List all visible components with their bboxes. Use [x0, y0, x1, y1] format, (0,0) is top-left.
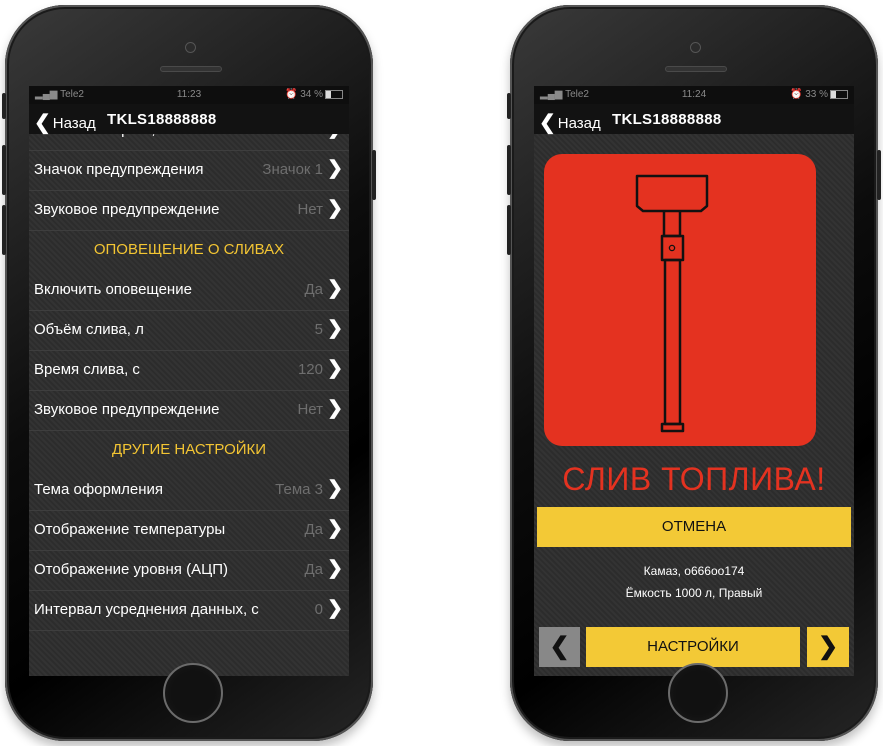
settings-list: Значение порога, %10❯Значок предупрежден… — [29, 134, 349, 676]
phone-alarm: ▂▄▆ Tele2 11:24 ⏰ 33 % ❮ Назад TKLS188888… — [507, 5, 881, 741]
chevron-left-icon: ❮ — [34, 112, 51, 134]
back-button[interactable]: ❮ Назад — [34, 109, 96, 134]
chevron-right-icon: ❯ — [327, 198, 343, 219]
settings-row[interactable]: Отображение уровня (АЦП) Да ❯ — [29, 550, 349, 591]
settings-row[interactable]: Звуковое предупреждение Нет ❯ — [29, 390, 349, 431]
alarm-icon: ⏰ — [284, 89, 298, 100]
battery-status: ⏰ 33 % — [790, 89, 848, 100]
battery-icon — [325, 89, 343, 99]
row-label: Тема оформления — [34, 481, 164, 498]
alarm-icon: ⏰ — [789, 89, 803, 100]
chevron-right-icon: ❯ — [817, 633, 839, 660]
mute-switch — [2, 93, 6, 119]
battery-status: ⏰ 34 % — [285, 89, 343, 100]
row-value: Тема 3 — [275, 481, 323, 498]
alarm-message: СЛИВ ТОПЛИВА! — [562, 461, 826, 497]
settings-row[interactable]: Время слива, с 120 ❯ — [29, 350, 349, 391]
settings-button[interactable]: НАСТРОЙКИ — [586, 627, 800, 667]
settings-row[interactable]: Значок предупреждения Значок 1 ❯ — [29, 150, 349, 191]
row-label: Включить оповещение — [34, 281, 192, 298]
previous-button[interactable]: ❮ — [539, 627, 580, 667]
row-label: Звуковое предупреждение — [34, 401, 220, 418]
settings-row[interactable]: Значение порога, % 10 ❯ — [29, 134, 349, 151]
mute-switch — [507, 93, 511, 119]
earpiece-speaker — [665, 66, 727, 72]
row-value: 0 — [314, 601, 323, 618]
back-label: Назад — [52, 115, 96, 132]
settings-row[interactable]: Объём слива, л 5 ❯ — [29, 310, 349, 351]
chevron-right-icon: ❯ — [327, 278, 343, 299]
chevron-right-icon: ❯ — [327, 134, 343, 140]
chevron-right-icon: ❯ — [327, 318, 343, 339]
chevron-right-icon: ❯ — [327, 518, 343, 539]
front-camera — [185, 42, 196, 53]
row-label: Отображение уровня (АЦП) — [34, 561, 228, 578]
page-title: TKLS18888888 — [612, 111, 722, 128]
power-button — [877, 150, 881, 200]
row-value: 5 — [314, 321, 323, 338]
alarm-screen: ▂▄▆ Tele2 11:24 ⏰ 33 % ❮ Назад TKLS188888… — [534, 86, 854, 676]
row-label: Отображение температуры — [34, 521, 226, 538]
back-label: Назад — [557, 115, 601, 132]
row-value: Да — [304, 561, 323, 578]
volume-down-button — [2, 205, 6, 255]
back-button[interactable]: ❮ Назад — [539, 109, 601, 134]
chevron-right-icon: ❯ — [327, 558, 343, 579]
row-value: Нет — [297, 201, 323, 218]
tank-info: Ёмкость 1000 л, Правый — [625, 586, 763, 600]
chevron-right-icon: ❯ — [327, 358, 343, 379]
section-title: ДРУГИЕ НАСТРОЙКИ — [111, 441, 267, 458]
vehicle-info: Камаз, о666оо174 — [643, 564, 745, 578]
settings-row[interactable]: Тема оформления Тема 3 ❯ — [29, 470, 349, 511]
row-value: Значок 1 — [262, 161, 323, 178]
battery-percent: 33 % — [805, 89, 828, 100]
battery-percent: 34 % — [300, 89, 323, 100]
chevron-left-icon: ❮ — [549, 633, 570, 660]
status-bar: ▂▄▆ Tele2 11:24 ⏰ 33 % — [534, 86, 854, 104]
settings-row[interactable]: Включить оповещение Да ❯ — [29, 270, 349, 311]
row-value: Нет — [297, 401, 323, 418]
row-label: Объём слива, л — [34, 321, 144, 338]
settings-row[interactable]: Отображение температуры Да ❯ — [29, 510, 349, 551]
home-button[interactable] — [163, 663, 223, 723]
settings-row[interactable]: Интервал усреднения данных, с 0 ❯ — [29, 590, 349, 631]
status-bar: ▂▄▆ Tele2 11:23 ⏰ 34 % — [29, 86, 349, 104]
front-camera — [690, 42, 701, 53]
row-value: 10 — [306, 134, 323, 138]
settings-row[interactable]: Звуковое предупреждение Нет ❯ — [29, 190, 349, 231]
chevron-right-icon: ❯ — [327, 158, 343, 179]
page-title: TKLS18888888 — [107, 111, 217, 128]
earpiece-speaker — [160, 66, 222, 72]
row-label: Значок предупреждения — [34, 161, 204, 178]
fuel-sensor-icon — [635, 174, 709, 433]
chevron-right-icon: ❯ — [327, 398, 343, 419]
next-button[interactable]: ❯ — [807, 627, 849, 667]
cancel-button[interactable]: ОТМЕНА — [537, 507, 851, 547]
volume-down-button — [507, 205, 511, 255]
row-label: Время слива, с — [34, 361, 140, 378]
section-header: ОПОВЕЩЕНИЕ О СЛИВАХ — [29, 230, 349, 270]
power-button — [372, 150, 376, 200]
phone-settings: ▂▄▆ Tele2 11:23 ⏰ 34 % ❮ Назад TKLS188888… — [2, 5, 376, 741]
row-label: Значение порога, % — [34, 134, 173, 138]
volume-up-button — [507, 145, 511, 195]
section-title: ОПОВЕЩЕНИЕ О СЛИВАХ — [93, 241, 285, 258]
navigation-bar: ❮ Назад TKLS18888888 — [29, 104, 349, 134]
navigation-bar: ❮ Назад TKLS18888888 — [534, 104, 854, 134]
row-label: Интервал усреднения данных, с — [34, 601, 259, 618]
row-value: 120 — [297, 361, 323, 378]
row-value: Да — [304, 281, 323, 298]
battery-icon — [830, 89, 848, 99]
section-header: ДРУГИЕ НАСТРОЙКИ — [29, 430, 349, 470]
row-label: Звуковое предупреждение — [34, 201, 220, 218]
settings-screen: ▂▄▆ Tele2 11:23 ⏰ 34 % ❮ Назад TKLS188888… — [29, 86, 349, 676]
home-button[interactable] — [668, 663, 728, 723]
chevron-left-icon: ❮ — [539, 112, 556, 134]
volume-up-button — [2, 145, 6, 195]
fuel-sensor-card — [544, 154, 816, 446]
chevron-right-icon: ❯ — [327, 478, 343, 499]
chevron-right-icon: ❯ — [327, 598, 343, 619]
row-value: Да — [304, 521, 323, 538]
